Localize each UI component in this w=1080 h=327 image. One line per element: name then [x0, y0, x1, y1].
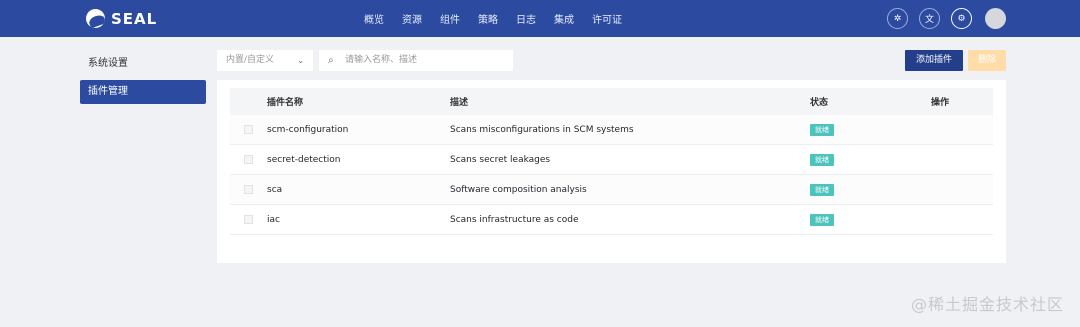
seal-logo-icon — [86, 9, 105, 28]
nav-item-logs[interactable]: 日志 — [516, 11, 536, 26]
search-input[interactable]: ⌕ 请输入名称、描述 — [319, 50, 513, 71]
row-checkbox[interactable] — [244, 215, 253, 224]
table-row[interactable]: iac Scans infrastructure as code 就绪 — [230, 205, 993, 235]
column-header-status: 状态 — [810, 98, 829, 108]
table-header: 插件名称 描述 状态 操作 — [230, 88, 993, 115]
nav-item-policies[interactable]: 策略 — [478, 11, 498, 26]
plugin-name: secret-detection — [267, 154, 341, 165]
top-actions: ✲ 文 ⚙ — [887, 8, 972, 29]
brand-name: SEAL — [111, 9, 158, 28]
plugin-name: scm-configuration — [267, 124, 349, 135]
search-placeholder: 请输入名称、描述 — [345, 55, 418, 65]
plugin-table-card: 插件名称 描述 状态 操作 scm-configuration Scans mi… — [217, 80, 1006, 263]
status-badge: 就绪 — [810, 213, 834, 226]
chevron-down-icon: ⌄ — [297, 56, 304, 65]
table-row[interactable]: secret-detection Scans secret leakages 就… — [230, 145, 993, 175]
nav-item-license[interactable]: 许可证 — [592, 11, 622, 26]
plugin-name: iac — [267, 214, 280, 225]
status-badge: 就绪 — [810, 153, 834, 166]
row-checkbox[interactable] — [244, 125, 253, 134]
sidebar-item-plugin-management[interactable]: 插件管理 — [80, 80, 206, 104]
search-icon: ⌕ — [328, 55, 334, 66]
nav-item-overview[interactable]: 概览 — [364, 11, 384, 26]
type-filter-value: 内置/自定义 — [226, 55, 275, 65]
table-row[interactable]: scm-configuration Scans misconfiguration… — [230, 115, 993, 145]
plugin-name: sca — [267, 184, 283, 195]
plugin-description: Scans secret leakages — [450, 154, 551, 165]
nav-item-components[interactable]: 组件 — [440, 11, 460, 26]
avatar[interactable] — [985, 8, 1006, 29]
status-badge: 就绪 — [810, 123, 834, 136]
brand-logo[interactable]: SEAL — [86, 8, 157, 29]
nav-item-resources[interactable]: 资源 — [402, 11, 422, 26]
plugin-description: Software composition analysis — [450, 184, 587, 195]
row-checkbox[interactable] — [244, 185, 253, 194]
sidebar-item-system-settings[interactable]: 系统设置 — [80, 52, 206, 76]
type-filter-select[interactable]: 内置/自定义 ⌄ — [217, 50, 313, 71]
plugin-table: 插件名称 描述 状态 操作 scm-configuration Scans mi… — [230, 88, 993, 235]
delete-button[interactable]: 删除 — [968, 50, 1006, 71]
watermark: @稀土掘金技术社区 — [910, 295, 1064, 314]
table-body: scm-configuration Scans misconfiguration… — [230, 115, 993, 235]
sidebar: 系统设置 插件管理 — [80, 52, 206, 108]
plugin-description: Scans infrastructure as code — [450, 214, 579, 225]
nav-item-integrations[interactable]: 集成 — [554, 11, 574, 26]
settings-icon[interactable]: ⚙ — [951, 8, 972, 29]
translate-icon[interactable]: 文 — [919, 8, 940, 29]
plugin-description: Scans misconfigurations in SCM systems — [450, 124, 634, 135]
column-header-description: 描述 — [450, 98, 469, 108]
top-navbar: SEAL 概览 资源 组件 策略 日志 集成 许可证 ✲ 文 ⚙ — [0, 0, 1080, 37]
row-checkbox[interactable] — [244, 155, 253, 164]
table-row[interactable]: sca Software composition analysis 就绪 — [230, 175, 993, 205]
column-header-actions: 操作 — [931, 98, 950, 108]
main-nav: 概览 资源 组件 策略 日志 集成 许可证 — [364, 0, 640, 37]
bug-icon[interactable]: ✲ — [887, 8, 908, 29]
column-header-name: 插件名称 — [267, 98, 304, 108]
status-badge: 就绪 — [810, 183, 834, 196]
add-plugin-button[interactable]: 添加插件 — [905, 50, 963, 71]
